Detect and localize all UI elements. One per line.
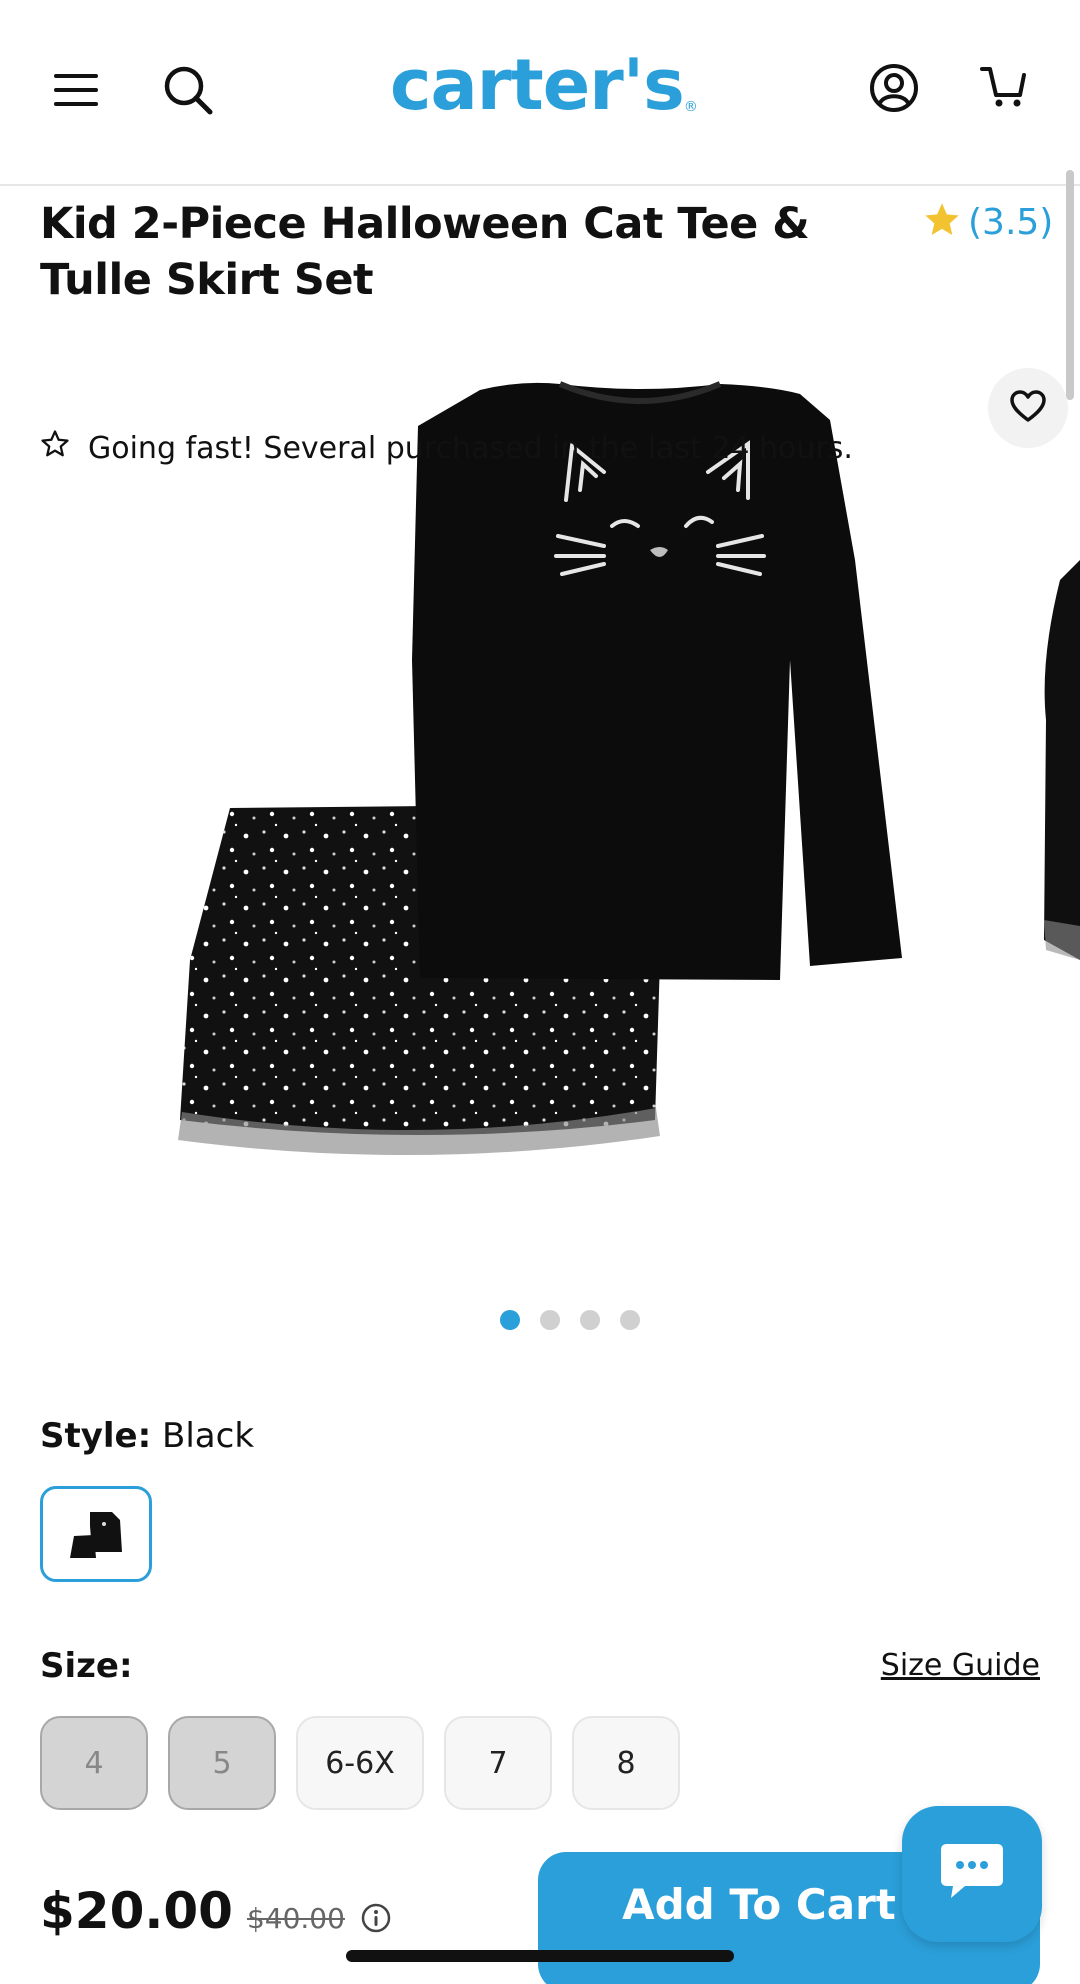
urgency-text: Going fast! Several purchased in the las… xyxy=(88,430,853,466)
cart-icon[interactable] xyxy=(978,60,1030,112)
product-image xyxy=(178,381,1080,1156)
heart-icon xyxy=(1009,389,1047,428)
menu-icon[interactable] xyxy=(48,62,104,118)
star-outline-icon xyxy=(40,429,70,467)
wishlist-button[interactable] xyxy=(988,368,1068,448)
home-indicator[interactable] xyxy=(346,1950,734,1962)
size-option-4[interactable]: 4 xyxy=(40,1716,148,1810)
search-icon[interactable] xyxy=(158,60,218,120)
carousel-dot[interactable] xyxy=(500,1310,520,1330)
carousel-dot[interactable] xyxy=(540,1310,560,1330)
chat-bubble-icon xyxy=(937,1840,1007,1909)
carousel-indicator xyxy=(0,1310,1080,1330)
style-swatch-black[interactable] xyxy=(40,1486,152,1582)
size-guide-link[interactable]: Size Guide xyxy=(881,1648,1040,1683)
chat-button[interactable] xyxy=(902,1806,1042,1942)
carousel-dot[interactable] xyxy=(580,1310,600,1330)
rating[interactable]: (3.5) xyxy=(922,198,1053,246)
info-icon[interactable] xyxy=(359,1901,393,1935)
style-label: Style: xyxy=(40,1416,152,1456)
original-price: $40.00 xyxy=(246,1902,345,1935)
price-block: $20.00 $40.00 xyxy=(40,1882,393,1940)
size-options: 4 5 6-6X 7 8 xyxy=(40,1716,680,1810)
star-icon xyxy=(922,200,962,245)
account-icon[interactable] xyxy=(866,60,922,116)
product-title: Kid 2-Piece Halloween Cat Tee & Tulle Sk… xyxy=(40,199,810,305)
size-option-5[interactable]: 5 xyxy=(168,1716,276,1810)
brand-logo[interactable]: carter's® xyxy=(390,40,698,130)
size-option-6-6x[interactable]: 6-6X xyxy=(296,1716,424,1810)
size-option-7[interactable]: 7 xyxy=(444,1716,552,1810)
size-label: Size: xyxy=(40,1646,133,1686)
style-value: Black xyxy=(162,1416,255,1456)
site-header: carter's® xyxy=(0,0,1080,186)
urgency-message: Going fast! Several purchased in the las… xyxy=(40,420,853,476)
rating-value[interactable]: (3.5) xyxy=(968,202,1053,243)
product-image-carousel[interactable] xyxy=(0,360,1080,1280)
swatch-thumbnail xyxy=(70,1512,122,1558)
style-selector-label: Style: Black xyxy=(40,1416,254,1456)
carousel-dot[interactable] xyxy=(620,1310,640,1330)
current-price: $20.00 xyxy=(40,1882,233,1940)
size-option-8[interactable]: 8 xyxy=(572,1716,680,1810)
